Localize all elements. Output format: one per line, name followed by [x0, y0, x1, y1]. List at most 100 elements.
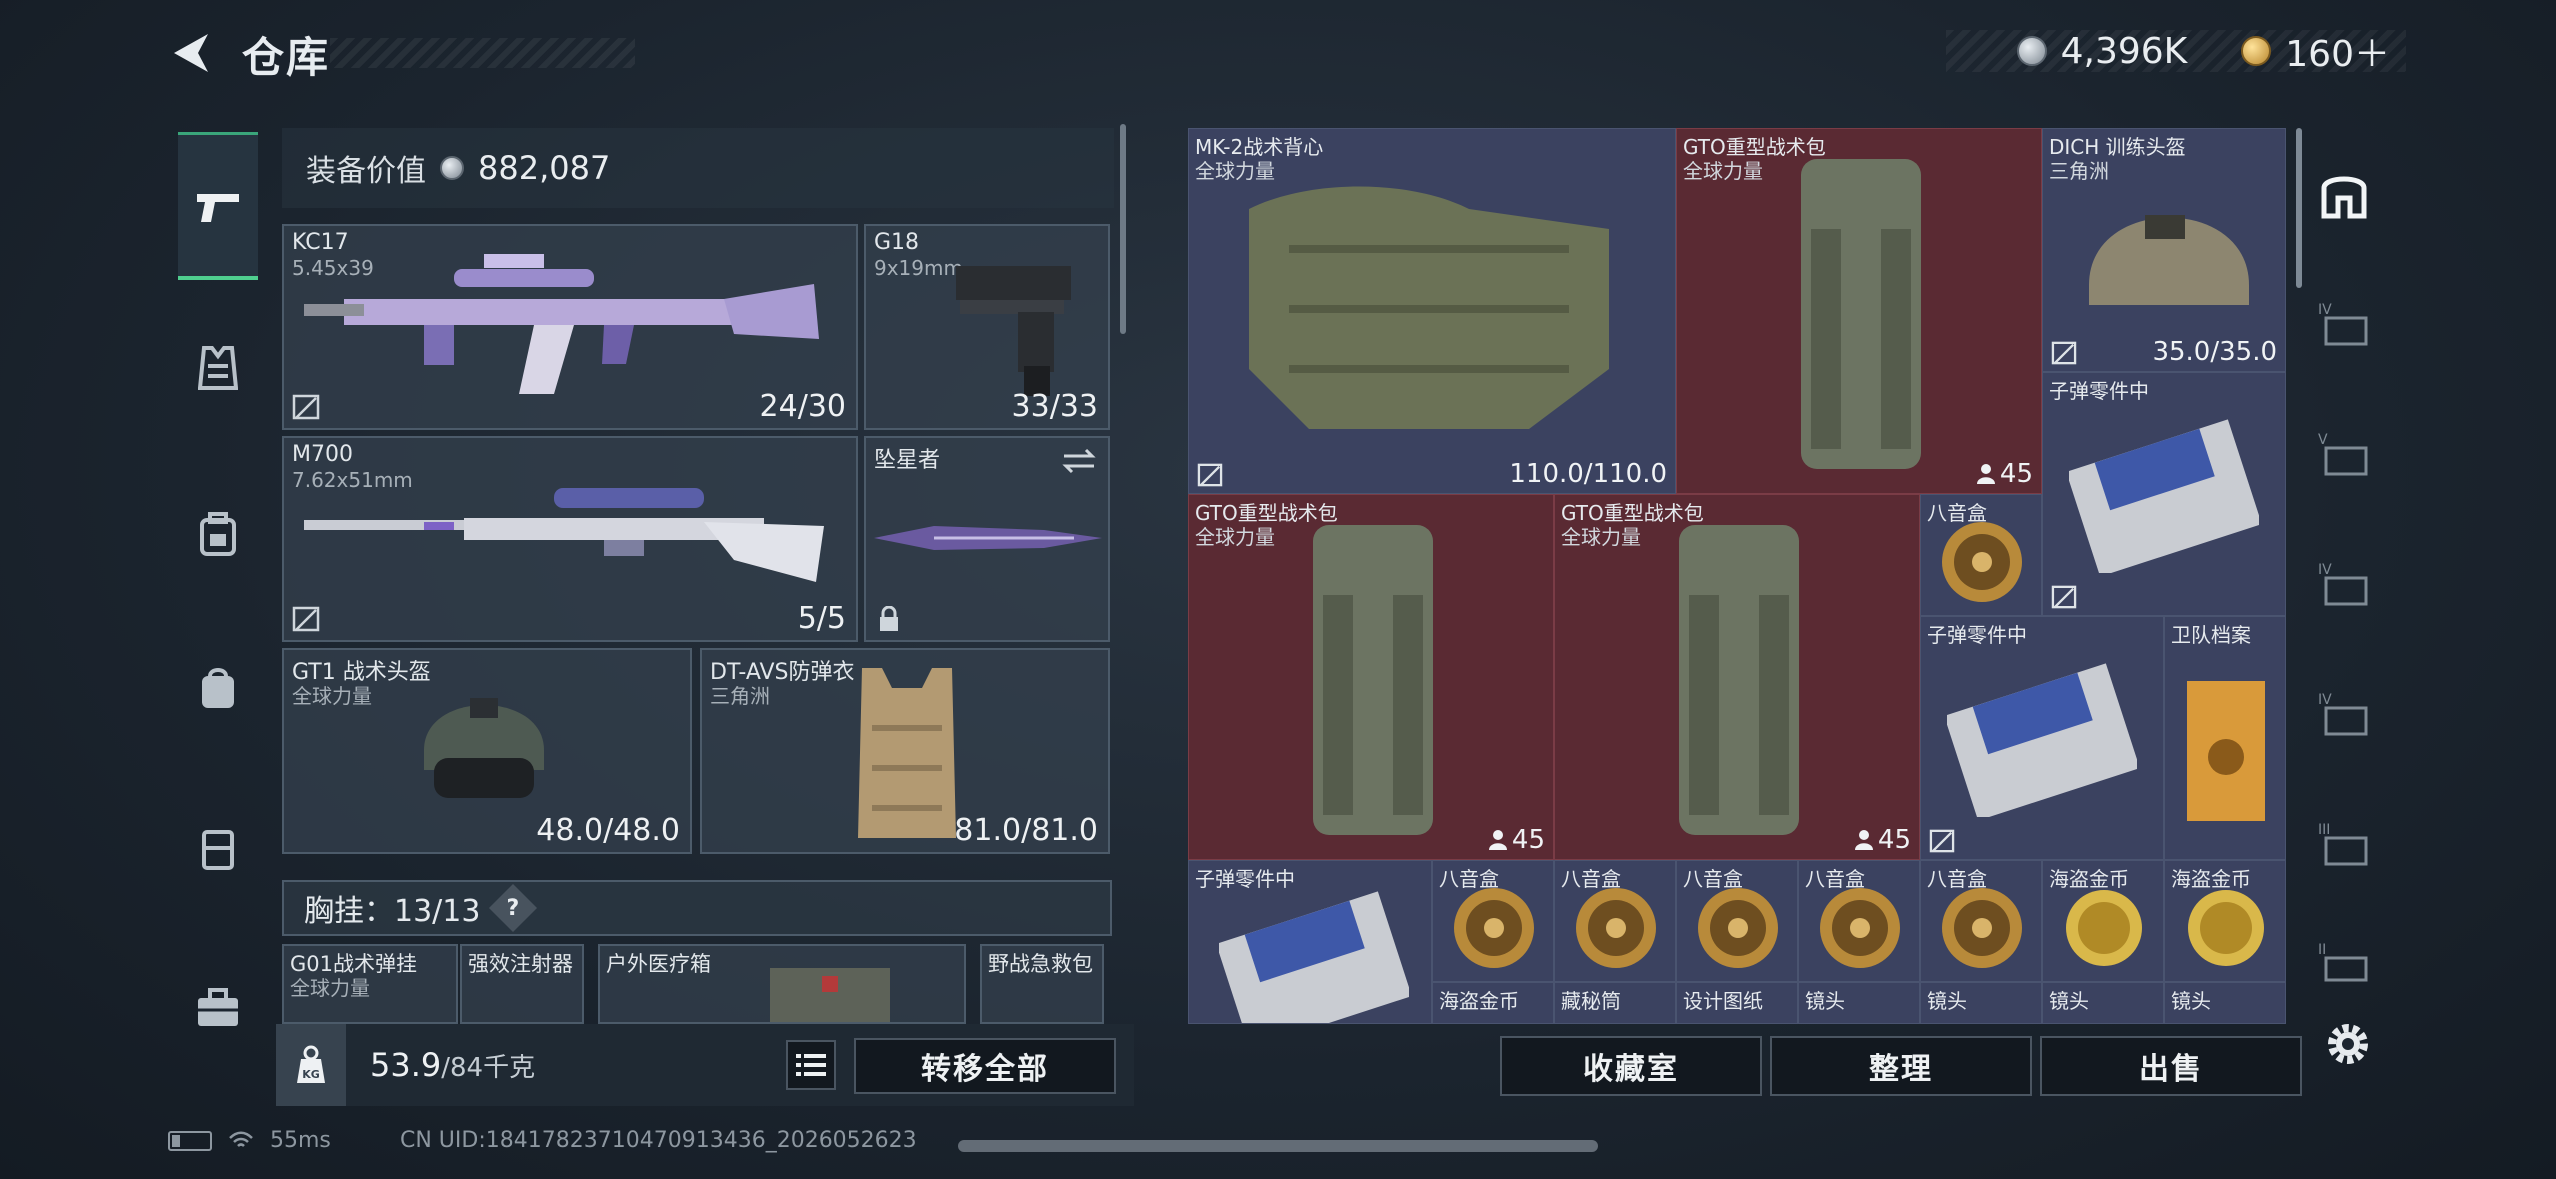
stash-item-lens[interactable]: 镜头 — [2164, 982, 2286, 1024]
no-trade-icon — [2051, 585, 2077, 609]
slot-melee[interactable]: 坠星者 — [864, 436, 1110, 642]
chest-item-firstaid[interactable]: 野战急救包 — [980, 944, 1104, 1024]
currency-silver-value: 4,396K — [2060, 30, 2188, 72]
svg-text:III: III — [2318, 822, 2330, 838]
stash-tab-2[interactable]: II — [2316, 934, 2372, 994]
left-scrollbar[interactable] — [1120, 124, 1126, 334]
stash-item-secret-tube[interactable]: 藏秘筒 — [1554, 982, 1676, 1024]
currency-gold-value[interactable]: 160＋ — [2285, 25, 2390, 77]
weapon-ammo: 24/30 — [759, 389, 846, 424]
organize-button[interactable]: 整理 — [1770, 1036, 2032, 1096]
stash-item-pirate-coin[interactable]: 海盗金币 — [2042, 860, 2164, 982]
stash-tab-5[interactable]: V — [2316, 424, 2372, 484]
stash-scrollbar[interactable] — [2296, 128, 2302, 288]
lock-icon — [880, 606, 898, 631]
collection-room-button[interactable]: 收藏室 — [1500, 1036, 1762, 1096]
stash-item-bullet-parts[interactable]: 子弹零件中 — [1188, 860, 1432, 1024]
rail-tab-vest[interactable] — [178, 328, 258, 408]
no-trade-icon — [1929, 829, 1955, 853]
no-trade-icon — [1197, 463, 1223, 487]
weight-icon: KG — [276, 1024, 346, 1106]
stash-tab-3[interactable]: III — [2316, 814, 2372, 874]
chest-item-rig[interactable]: G01战术弹挂 全球力量 — [282, 944, 458, 1024]
stash-item-guard-file[interactable]: 卫队档案 — [2164, 616, 2286, 860]
pistol-image — [956, 266, 1071, 396]
back-arrow-icon[interactable] — [168, 30, 212, 76]
no-trade-icon — [2051, 341, 2077, 365]
list-view-button[interactable] — [786, 1040, 836, 1090]
rail-tab-weapons[interactable] — [178, 132, 258, 280]
music-box-image — [1820, 888, 1900, 968]
stash-item-music-box[interactable]: 八音盒 — [1432, 860, 1554, 982]
sell-button[interactable]: 出售 — [2040, 1036, 2302, 1096]
transfer-all-button[interactable]: 转移全部 — [854, 1038, 1116, 1094]
stash-item-music-box[interactable]: 八音盒 — [1798, 860, 1920, 982]
stash-item-pirate-coin[interactable]: 海盗金币 — [1432, 982, 1554, 1024]
storage-box-icon: II — [2318, 942, 2368, 982]
weapon-name: M700 — [292, 442, 353, 467]
stash-item-bullet-parts[interactable]: 子弹零件中 — [2042, 372, 2286, 616]
helmet-image — [424, 698, 544, 798]
rail-tab-bag[interactable] — [178, 648, 258, 728]
stash-item-lens[interactable]: 镜头 — [1920, 982, 2042, 1024]
stash-item-music-box[interactable]: 八音盒 — [1676, 860, 1798, 982]
ammo-box-image — [1947, 663, 2137, 817]
svg-text:IV: IV — [2318, 302, 2332, 318]
home-indicator[interactable] — [958, 1140, 1598, 1152]
chest-item-injector[interactable]: 强效注射器 — [460, 944, 584, 1024]
stash-item-lens[interactable]: 镜头 — [1798, 982, 1920, 1024]
medkit-image — [770, 968, 890, 1022]
weapon-ammo: 33/33 — [1011, 389, 1098, 424]
slot-secondary-weapon[interactable]: M700 7.62x51mm 5/5 — [282, 436, 858, 642]
stash-item-bullet-parts[interactable]: 子弹零件中 — [1920, 616, 2164, 860]
home-stash-icon — [2321, 176, 2367, 219]
slot-primary-weapon[interactable]: KC17 5.45x39 24/30 — [282, 224, 858, 430]
stash-item-lens[interactable]: 镜头 — [2042, 982, 2164, 1024]
stash-item-backpack[interactable]: GTO重型战术包 全球力量 45 — [1188, 494, 1554, 860]
slot-sidearm[interactable]: G18 9x19mm 33/33 — [864, 224, 1110, 430]
wifi-icon — [229, 1131, 253, 1147]
stash-tab-main[interactable] — [2316, 164, 2372, 224]
stash-item-music-box[interactable]: 八音盒 — [1920, 860, 2042, 982]
stash-item-backpack[interactable]: GTO重型战术包 全球力量 45 — [1676, 128, 2042, 494]
unit-icon — [1488, 830, 1507, 850]
storage-box-icon: V — [2318, 432, 2368, 476]
svg-text:IV: IV — [2318, 562, 2332, 578]
item-count: 45 — [1976, 459, 2033, 489]
stash-item-music-box[interactable]: 八音盒 — [1920, 494, 2042, 616]
backpack-image — [1313, 525, 1433, 835]
swap-icon[interactable] — [1062, 448, 1096, 474]
storage-box-icon: IV — [2318, 562, 2368, 606]
chest-rig-bar[interactable]: 胸挂：13/13 ? — [282, 880, 1112, 936]
weapon-ammo: 5/5 — [797, 601, 846, 636]
stash-item-helmet[interactable]: DICH 训练头盔 三角洲 35.0/35.0 — [2042, 128, 2286, 372]
gold-coin-icon — [2241, 36, 2272, 66]
vest-image — [1249, 186, 1609, 429]
stash-tab-4c[interactable]: IV — [2316, 684, 2372, 744]
stash-item-vest[interactable]: MK-2战术背心 全球力量 110.0/110.0 — [1188, 128, 1676, 494]
stash-item-blueprint[interactable]: 设计图纸 — [1676, 982, 1798, 1024]
stash-tab-4[interactable]: IV — [2316, 294, 2372, 354]
stash-tab-4b[interactable]: IV — [2316, 554, 2372, 614]
rail-tab-case[interactable] — [178, 808, 258, 888]
weapon-caliber: 9x19mm — [874, 256, 963, 280]
helmet-faction: 全球力量 — [292, 684, 372, 708]
capacity-bar: KG 53.9/84千克 转移全部 — [276, 1024, 1134, 1106]
stash-item-music-box[interactable]: 八音盒 — [1554, 860, 1676, 982]
equipment-value-bar: 装备价值 882,087 — [282, 128, 1114, 208]
rail-tab-toolbox[interactable] — [178, 968, 258, 1048]
stash-item-pirate-coin[interactable]: 海盗金币 — [2164, 860, 2286, 982]
equipment-value: 882,087 — [478, 149, 611, 187]
slot-helmet[interactable]: GT1 战术头盔 全球力量 48.0/48.0 — [282, 648, 692, 854]
svg-text:KG: KG — [302, 1068, 320, 1081]
rail-tab-backpack[interactable] — [178, 494, 258, 574]
stash-item-backpack[interactable]: GTO重型战术包 全球力量 45 — [1554, 494, 1920, 860]
ammo-box-image — [2069, 419, 2259, 573]
svg-text:II: II — [2318, 942, 2326, 958]
help-icon[interactable]: ? — [489, 883, 538, 933]
chest-item-medkit[interactable]: 户外医疗箱 — [598, 944, 966, 1024]
slot-body-armor[interactable]: DT-AVS防弹衣 三角洲 81.0/81.0 — [700, 648, 1110, 854]
settings-gear-icon[interactable] — [2320, 1016, 2376, 1072]
svg-text:IV: IV — [2318, 692, 2332, 708]
storage-box-icon: IV — [2318, 692, 2368, 736]
